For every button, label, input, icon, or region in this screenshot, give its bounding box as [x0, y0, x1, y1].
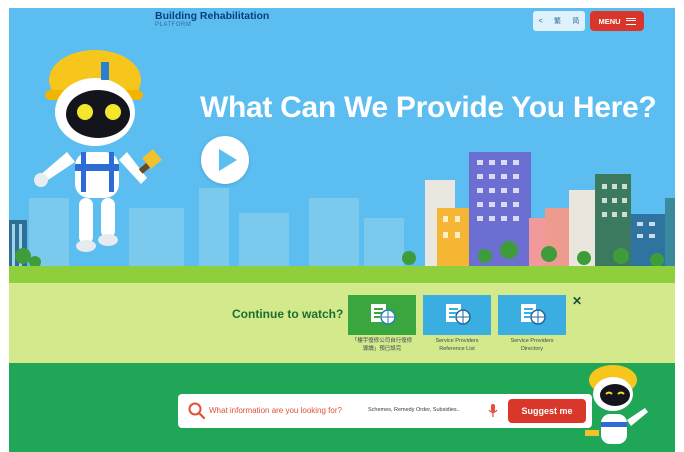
document-globe-icon	[371, 304, 396, 325]
menu-button[interactable]: MENU	[590, 11, 644, 31]
menu-label: MENU	[598, 16, 621, 26]
hamburger-icon	[625, 17, 636, 25]
mascot-robot-small	[585, 365, 648, 444]
play-icon	[219, 149, 237, 171]
video-thumbnail-1[interactable]	[348, 295, 416, 335]
play-video-button[interactable]	[201, 136, 249, 184]
video-caption-1: 「樓宇復修公司自行復修 導讀」預已設完	[351, 338, 413, 352]
close-icon[interactable]: ✕	[572, 294, 582, 308]
page-frame: Building Rehabilitation PLATFORM < 繁 简 M…	[9, 8, 675, 452]
video-thumbnail-2[interactable]	[423, 295, 491, 335]
microphone-icon[interactable]	[488, 404, 498, 418]
document-globe-icon	[521, 304, 546, 325]
brand-title: Building Rehabilitation	[155, 10, 270, 22]
grass-strip	[9, 266, 675, 283]
share-icon[interactable]: <	[539, 18, 543, 25]
video-caption-2: Service Providers Reference List	[435, 338, 479, 352]
header-tools: < 繁 简	[533, 11, 585, 31]
search-icon	[188, 402, 206, 420]
hero-headline: What Can We Provide You Here?	[200, 91, 657, 124]
mascot-robot	[34, 50, 162, 252]
brand-logo[interactable]: Building Rehabilitation PLATFORM	[155, 10, 269, 28]
brand-subtitle: PLATFORM	[155, 22, 192, 28]
search-prompt: What information are you looking for?	[209, 406, 342, 415]
suggest-me-button[interactable]: Suggest me	[508, 399, 586, 423]
continue-watch-label: Continue to watch?	[232, 307, 344, 321]
search-bar[interactable]: What information are you looking for? Sc…	[178, 394, 592, 428]
video-caption-3: Service Providers Directory	[510, 338, 554, 352]
search-hint: Schemes, Remedy Order, Subsidies..	[368, 407, 460, 413]
traditional-chinese-link[interactable]: 繁	[554, 16, 561, 26]
simplified-chinese-link[interactable]: 简	[572, 16, 579, 26]
video-thumbnail-3[interactable]	[498, 295, 566, 335]
document-globe-icon	[446, 304, 471, 325]
